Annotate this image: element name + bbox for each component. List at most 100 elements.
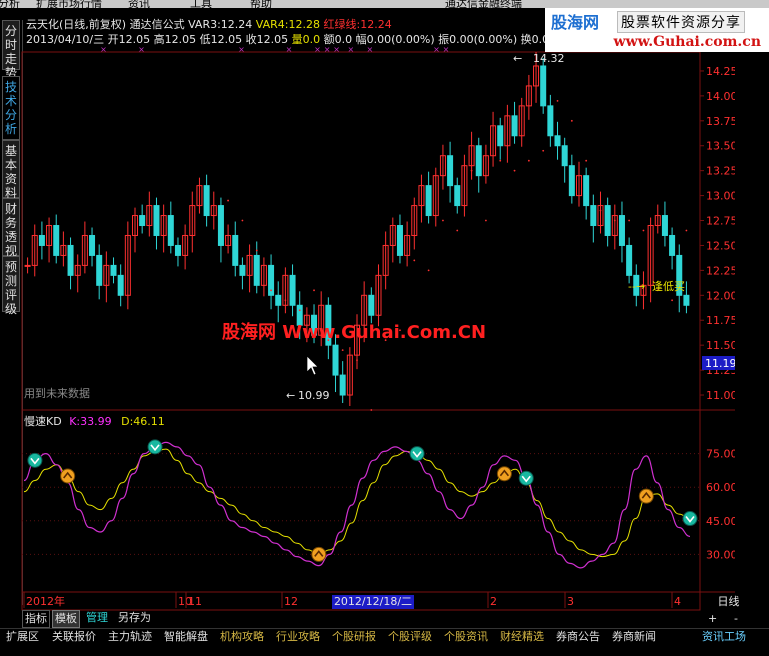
low-value: 12.05 bbox=[210, 33, 243, 46]
time-tick-label: 2 bbox=[490, 595, 497, 608]
trend-dots bbox=[227, 99, 688, 411]
tab-indicator[interactable]: 指标 bbox=[22, 610, 50, 628]
volume-label: 量 bbox=[291, 33, 303, 46]
candle-body bbox=[203, 185, 210, 217]
status-finance[interactable]: 财经精选 bbox=[500, 629, 544, 644]
candle-body bbox=[590, 205, 597, 227]
candle-body bbox=[217, 205, 224, 246]
low-label-hdr: 低 bbox=[199, 33, 211, 46]
time-tick-label: 11 bbox=[188, 595, 202, 608]
trend-dot bbox=[499, 159, 502, 162]
trend-dot bbox=[513, 169, 516, 172]
amplitude-value: 0.00(0.00%) bbox=[449, 33, 518, 46]
tab-save-as[interactable]: 另存为 bbox=[116, 610, 153, 626]
trend-dot bbox=[255, 249, 258, 252]
candle-body bbox=[583, 175, 590, 207]
time-tick-label: 4 bbox=[674, 595, 681, 608]
tab-manage[interactable]: 管理 bbox=[84, 610, 110, 626]
chart-canvas[interactable]: ××××××××××××××× 14.2514.0013.7513.5013.2… bbox=[0, 0, 735, 628]
hong-value: 12.24 bbox=[360, 18, 392, 31]
d-label: D: bbox=[121, 415, 134, 428]
price-tick-label: 11.00 bbox=[706, 389, 735, 402]
candle-body bbox=[604, 205, 611, 236]
d-value: 46.11 bbox=[133, 415, 165, 428]
price-tick-label: 14.25 bbox=[706, 65, 735, 78]
candle-body bbox=[561, 145, 568, 167]
status-smart[interactable]: 智能解盘 bbox=[164, 629, 208, 644]
high-label-hdr: 高 bbox=[153, 33, 165, 46]
zoom-in-button[interactable]: + bbox=[708, 612, 717, 625]
signal-arrow: --→ bbox=[628, 280, 645, 293]
trend-dot bbox=[556, 99, 559, 102]
indicator-header: 慢速KD K:33.99 D:46.11 bbox=[24, 413, 165, 429]
candle-body bbox=[396, 225, 403, 256]
status-industry[interactable]: 行业攻略 bbox=[276, 629, 320, 644]
status-rating[interactable]: 个股评级 bbox=[388, 629, 432, 644]
var4-label: VAR4: bbox=[255, 18, 289, 31]
candle-body bbox=[447, 155, 454, 187]
k-label: K: bbox=[69, 415, 81, 428]
k-line bbox=[23, 441, 691, 569]
trend-dot bbox=[313, 289, 315, 292]
indicator-name[interactable]: 慢速KD bbox=[24, 415, 62, 428]
amount-label: 额 bbox=[323, 33, 335, 46]
price-tick-label: 13.25 bbox=[706, 165, 735, 178]
period-label[interactable]: 日线 bbox=[706, 594, 751, 610]
price-header-line2: 2013/04/10/三 开12.05 高12.05 低12.05 收12.05… bbox=[26, 31, 546, 47]
time-tick-label: 12 bbox=[284, 595, 298, 608]
tdx-window: 分析 扩展市场行情 资讯 工具 帮助 通达信金融终端 股海网 股票软件资源分享 … bbox=[0, 0, 769, 656]
candle-body bbox=[167, 215, 174, 246]
price-tick-label: 13.50 bbox=[706, 140, 735, 153]
k-value: 33.99 bbox=[80, 415, 112, 428]
mouse-cursor-icon bbox=[306, 355, 319, 376]
status-main-track[interactable]: 主力轨迹 bbox=[108, 629, 152, 644]
trend-dot bbox=[628, 219, 631, 222]
trend-dot bbox=[671, 299, 673, 302]
turnover-value: 0.00 bbox=[531, 33, 546, 46]
candle-body bbox=[669, 234, 676, 256]
status-broker-notice[interactable]: 券商公告 bbox=[556, 629, 600, 644]
candle-body bbox=[253, 254, 260, 286]
price-tick-label: 11.75 bbox=[706, 314, 735, 327]
price-tick-label: 13.00 bbox=[706, 190, 735, 203]
time-tick-label: 2012年 bbox=[26, 594, 65, 608]
trend-dot bbox=[542, 149, 545, 152]
price-axis: 14.25 14.00 13.75 13.50 13.25 13.00 12.75 12.50… bbox=[700, 65, 735, 402]
watermark-text: 股海网 Www.Guhai.Com.CN bbox=[222, 322, 487, 343]
zoom-out-button[interactable]: - bbox=[734, 612, 738, 625]
status-inst[interactable]: 机构攻略 bbox=[220, 629, 264, 644]
candle-body bbox=[139, 215, 146, 227]
candle-body bbox=[89, 234, 96, 256]
buy-signal-icon bbox=[638, 488, 654, 504]
high-marker: ← bbox=[513, 52, 522, 65]
indicator-axis: 75.00 60.00 45.00 30.00 bbox=[706, 448, 735, 562]
trend-dot bbox=[485, 219, 487, 222]
candle-body bbox=[239, 264, 246, 276]
open-label: 开 bbox=[107, 33, 119, 46]
status-research[interactable]: 个股研报 bbox=[332, 629, 376, 644]
candle-body bbox=[153, 205, 160, 236]
trend-dot bbox=[442, 219, 444, 222]
bar-date: 2013/04/10/三 bbox=[26, 33, 105, 46]
candle-body bbox=[568, 165, 575, 197]
open-value: 12.05 bbox=[118, 33, 151, 46]
hong-label: 红绿线: bbox=[323, 18, 361, 31]
price-tick-label: 12.25 bbox=[706, 264, 735, 277]
candle-body bbox=[53, 225, 60, 256]
future-data-note: 用到未来数据 bbox=[24, 386, 90, 400]
zoom-controls: + - bbox=[708, 612, 768, 626]
status-extended[interactable]: 扩展区 bbox=[6, 629, 39, 644]
crosshair-date: 2012/12/18/二 bbox=[332, 595, 414, 609]
sell-signal-icon bbox=[27, 452, 43, 468]
candle-body bbox=[117, 274, 124, 296]
status-related-quotes[interactable]: 关联报价 bbox=[52, 629, 96, 644]
trend-dot bbox=[270, 289, 272, 292]
tab-template[interactable]: 模板 bbox=[52, 610, 80, 628]
candle-body bbox=[475, 145, 482, 177]
status-news[interactable]: 个股资讯 bbox=[444, 629, 488, 644]
status-news-factory[interactable]: 资讯工场 bbox=[702, 629, 746, 644]
indicator-tick-label: 45.00 bbox=[706, 515, 735, 528]
status-broker-news[interactable]: 券商新闻 bbox=[612, 629, 656, 644]
d-line bbox=[23, 448, 691, 558]
trend-dot bbox=[298, 309, 301, 312]
